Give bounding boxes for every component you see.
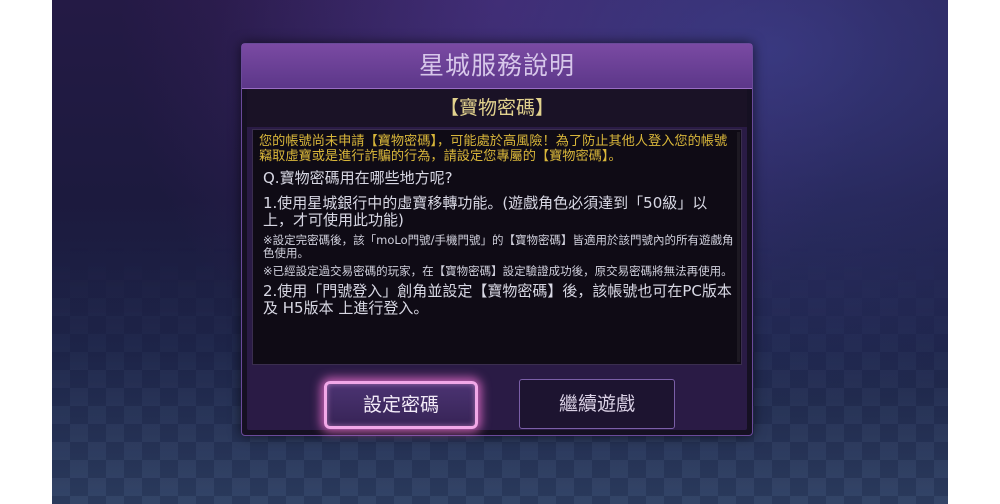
risk-warning-text: 您的帳號尚未申請【寶物密碼】，可能處於高風險！為了防止其他人登入您的帳號竊取虛寶… xyxy=(259,134,728,164)
usage-item-2: 2.使用「門號登入」創角並設定【寶物密碼】後，該帳號也可在PC版本 及 H5版本… xyxy=(263,282,732,317)
continue-game-button[interactable]: 繼續遊戲 xyxy=(519,379,675,429)
service-info-dialog: 星城服務說明 【寶物密碼】 您的帳號尚未申請【寶物密碼】，可能處於高風險！為了防… xyxy=(241,43,753,436)
question-text: Q.寶物密碼用在哪些地方呢? xyxy=(263,169,453,187)
dialog-title: 星城服務說明 xyxy=(242,44,752,89)
note-1: ※設定完密碼後，該「moLo門號/手機門號」的【寶物密碼】皆適用於該門號內的所有… xyxy=(263,233,734,260)
dialog-body: 【寶物密碼】 您的帳號尚未申請【寶物密碼】，可能處於高風險！為了防止其他人登入您… xyxy=(247,89,747,430)
info-scroll-area[interactable]: 您的帳號尚未申請【寶物密碼】，可能處於高風險！為了防止其他人登入您的帳號竊取虛寶… xyxy=(252,129,742,365)
game-background: 星城服務說明 【寶物密碼】 您的帳號尚未申請【寶物密碼】，可能處於高風險！為了防… xyxy=(52,0,948,504)
usage-item-1: 1.使用星城銀行中的虛寶移轉功能。(遊戲角色必須達到「50級」以上，才可使用此功… xyxy=(263,194,708,229)
note-2: ※已經設定過交易密碼的玩家，在【寶物密碼】設定驗證成功後，原交易密碼將無法再使用… xyxy=(263,264,733,278)
scrollbar[interactable] xyxy=(737,132,740,362)
dialog-subtitle: 【寶物密碼】 xyxy=(247,89,747,127)
set-password-button[interactable]: 設定密碼 xyxy=(324,381,478,429)
